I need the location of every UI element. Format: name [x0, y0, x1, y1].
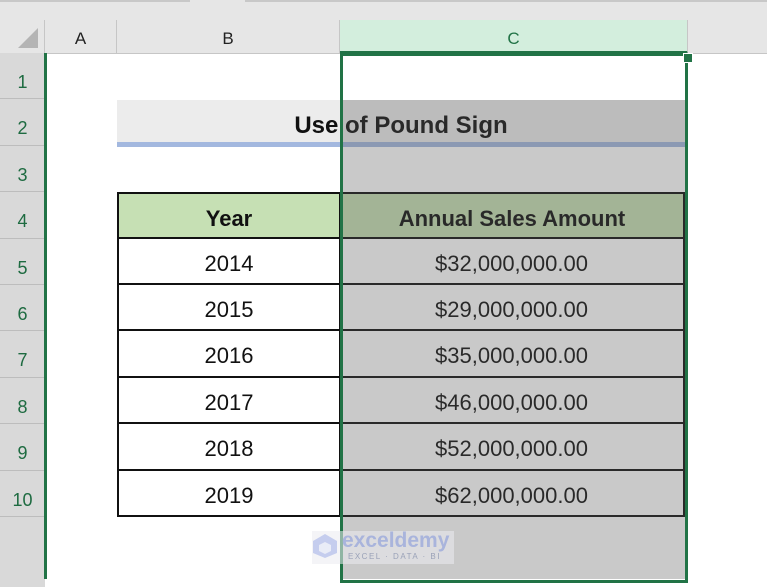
column-header-a[interactable]: A	[45, 20, 117, 53]
amount-cell[interactable]: $46,000,000.00	[340, 377, 685, 425]
row-header-7[interactable]: 7	[0, 331, 45, 378]
year-cell[interactable]: 2014	[117, 238, 340, 285]
select-all-triangle-icon	[18, 28, 38, 48]
row-header-3[interactable]: 3	[0, 145, 45, 193]
column-header-bar: A B C	[45, 20, 767, 54]
year-cell[interactable]: 2018	[117, 424, 340, 471]
select-all-button[interactable]	[0, 20, 45, 53]
column-header-c[interactable]: C	[340, 20, 688, 54]
amount-cell[interactable]: $29,000,000.00	[340, 285, 685, 332]
row-header-1[interactable]: 1	[0, 53, 45, 100]
row-header-2[interactable]: 2	[0, 99, 45, 146]
row-header-11[interactable]	[0, 517, 45, 587]
year-header-cell[interactable]: Year	[117, 192, 340, 239]
top-toolbar-strip	[0, 0, 767, 20]
year-cell[interactable]: 2017	[117, 377, 340, 425]
row-header-10[interactable]: 10	[0, 470, 45, 517]
toolbar-segment	[245, 0, 767, 2]
watermark: exceldemy EXCEL · DATA · BI	[312, 529, 454, 564]
exceldemy-logo-icon	[313, 534, 337, 558]
column-header-b[interactable]: B	[117, 20, 340, 53]
row-header-9[interactable]: 9	[0, 424, 45, 471]
year-cell[interactable]: 2016	[117, 331, 340, 378]
row-header-5[interactable]: 5	[0, 238, 45, 285]
table-title[interactable]: Use of Pound Sign	[117, 100, 685, 147]
row-header-8[interactable]: 8	[0, 377, 45, 425]
amount-cell[interactable]: $52,000,000.00	[340, 424, 685, 471]
watermark-name: exceldemy	[342, 529, 450, 552]
amount-cell[interactable]: $35,000,000.00	[340, 331, 685, 378]
amount-cell[interactable]: $32,000,000.00	[340, 238, 685, 285]
amount-cell[interactable]: $62,000,000.00	[340, 470, 685, 517]
watermark-tagline: EXCEL · DATA · BI	[348, 552, 441, 561]
row-header-4[interactable]: 4	[0, 192, 45, 239]
fill-handle[interactable]	[683, 53, 693, 63]
year-cell[interactable]: 2019	[117, 470, 340, 517]
year-cell[interactable]: 2015	[117, 285, 340, 332]
amount-header-cell[interactable]: Annual Sales Amount	[340, 192, 685, 239]
row-header-6[interactable]: 6	[0, 285, 45, 332]
toolbar-segment	[0, 0, 190, 2]
selection-left-edge	[44, 53, 47, 579]
